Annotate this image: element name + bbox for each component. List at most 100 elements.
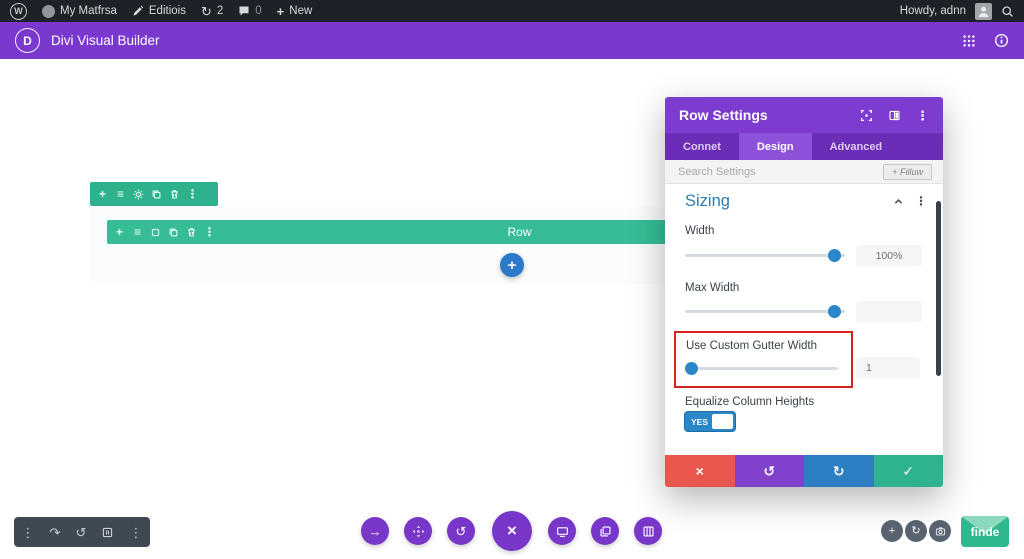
settings-search-input[interactable] xyxy=(676,164,830,179)
gutter-slider-thumb[interactable] xyxy=(684,362,698,375)
cancel-button[interactable]: × xyxy=(665,455,735,487)
comments-count: 0 xyxy=(255,5,262,17)
desktop-icon xyxy=(556,525,569,538)
arrow-right-icon: → xyxy=(368,523,382,539)
sizing-section-header[interactable]: Sizing ⋮ xyxy=(685,189,927,213)
add-section-icon[interactable]: + xyxy=(97,188,108,200)
howdy-greeting[interactable]: Howdy, adnn xyxy=(900,5,966,17)
divi-builder-title: Divi Visual Builder xyxy=(51,33,160,48)
width-slider-thumb[interactable] xyxy=(827,249,841,262)
tab-content[interactable]: Connet xyxy=(665,133,739,160)
updates-menu[interactable]: ↻ 2 xyxy=(201,5,223,18)
max-width-value-input[interactable] xyxy=(856,301,922,322)
undo-icon[interactable]: ↺ xyxy=(75,526,86,539)
grid-view-button[interactable] xyxy=(634,517,662,545)
snap-panel-icon[interactable] xyxy=(888,109,901,122)
width-value-input[interactable] xyxy=(856,245,922,266)
modal-header[interactable]: Row Settings ⋮ xyxy=(665,97,943,133)
settings-search-bar: + Filluw xyxy=(665,160,943,184)
new-content-menu[interactable]: + New xyxy=(277,5,313,18)
modal-title: Row Settings xyxy=(679,107,768,123)
wp-logo-menu[interactable]: W xyxy=(10,2,27,20)
tab-advanced[interactable]: Advanced xyxy=(812,133,901,160)
redo-icon: ↻ xyxy=(832,462,845,479)
bottom-left-toolbar: ⋮ ↷ ↺ ⋮ xyxy=(14,517,150,547)
site-menu[interactable]: My Matfrsa xyxy=(42,4,117,18)
filter-button[interactable]: + Filluw xyxy=(883,163,932,180)
toggle-knob[interactable] xyxy=(712,414,733,429)
info-icon[interactable] xyxy=(994,33,1009,48)
collapse-chevron-icon[interactable] xyxy=(893,196,904,207)
undo-button[interactable]: ↺ xyxy=(734,455,804,487)
avatar[interactable] xyxy=(975,2,992,20)
wordpress-logo-icon: W xyxy=(10,2,27,20)
row-more-icon[interactable]: ⋮ xyxy=(204,226,216,238)
tab-design[interactable]: Design xyxy=(738,133,812,160)
publish-button[interactable]: finde xyxy=(961,516,1009,547)
check-icon: ✓ xyxy=(902,462,915,479)
section-duplicate-icon[interactable] xyxy=(151,189,162,200)
max-width-slider[interactable] xyxy=(685,305,845,318)
plus-icon: + xyxy=(888,524,896,537)
gutter-highlight-box: Use Custom Gutter Width xyxy=(674,331,853,388)
updates-count: 2 xyxy=(216,5,224,17)
columns-view-icon[interactable] xyxy=(101,526,114,539)
sizing-more-icon[interactable]: ⋮ xyxy=(915,195,927,207)
refresh-button[interactable]: ↻ xyxy=(905,520,927,542)
search-icon[interactable] xyxy=(1001,5,1014,18)
more-options-icon[interactable]: ⋮ xyxy=(22,526,35,539)
row-settings-lines-icon[interactable]: ≡ xyxy=(132,226,143,238)
camera-icon xyxy=(935,526,946,537)
redo-button[interactable]: ↻ xyxy=(804,455,874,487)
row-settings-modal: Row Settings ⋮ Connet Design Advanced + … xyxy=(665,97,943,487)
site-icon xyxy=(42,4,55,18)
section-settings-lines-icon[interactable]: ≡ xyxy=(115,188,126,200)
section-toolbar: + ≡ ⋮ xyxy=(90,182,218,206)
move-mode-button[interactable] xyxy=(404,517,432,545)
layers-icon xyxy=(599,525,612,538)
gutter-label: Use Custom Gutter Width xyxy=(686,340,818,352)
close-icon: × xyxy=(695,463,704,479)
modal-more-icon[interactable]: ⋮ xyxy=(916,109,929,122)
gutter-slider[interactable] xyxy=(684,362,838,375)
width-slider[interactable] xyxy=(685,249,845,262)
row-layout-icon[interactable] xyxy=(150,227,161,238)
max-width-slider-thumb[interactable] xyxy=(827,305,841,318)
section-more-icon[interactable]: ⋮ xyxy=(187,188,199,200)
redo-icon[interactable]: ↷ xyxy=(50,526,61,539)
comment-icon xyxy=(238,5,250,17)
apps-grid-icon[interactable] xyxy=(962,34,976,48)
equalize-label: Equalize Column Heights xyxy=(685,396,815,408)
redo-icon: ↻ xyxy=(911,524,921,537)
undo-icon: ↺ xyxy=(455,523,467,539)
close-icon: × xyxy=(507,521,517,540)
save-button[interactable]: ✓ xyxy=(873,455,943,487)
section-delete-icon[interactable] xyxy=(169,189,180,200)
modal-scrollbar[interactable] xyxy=(936,201,941,376)
row-duplicate-icon[interactable] xyxy=(168,227,179,238)
preview-focus-icon[interactable] xyxy=(860,109,873,122)
divi-logo: D xyxy=(15,28,40,53)
add-row-icon[interactable]: + xyxy=(114,226,125,238)
close-builder-settings-button[interactable]: × xyxy=(492,511,532,551)
divi-builder-bar: D Divi Visual Builder xyxy=(0,22,1024,59)
layers-button[interactable] xyxy=(591,517,619,545)
comments-menu[interactable]: 0 xyxy=(238,5,262,17)
snapshot-button[interactable] xyxy=(929,520,951,542)
hover-mode-button[interactable]: → xyxy=(361,517,389,545)
max-width-label: Max Width xyxy=(685,282,740,294)
new-label: New xyxy=(289,5,313,17)
sizing-heading: Sizing xyxy=(685,191,730,210)
history-undo-button[interactable]: ↺ xyxy=(447,517,475,545)
section-gear-icon[interactable] xyxy=(133,189,144,200)
width-label: Width xyxy=(685,225,715,237)
equalize-toggle[interactable]: YES xyxy=(685,412,735,431)
add-button[interactable]: + xyxy=(881,520,903,542)
insert-module-button[interactable]: + xyxy=(500,253,524,277)
more-options-icon[interactable]: ⋮ xyxy=(129,526,142,539)
gutter-value-input[interactable] xyxy=(856,357,920,378)
edit-page-link[interactable]: Editiois xyxy=(132,5,186,17)
row-delete-icon[interactable] xyxy=(186,227,197,238)
responsive-view-button[interactable] xyxy=(548,517,576,545)
modal-footer: × ↺ ↻ ✓ xyxy=(665,455,943,487)
